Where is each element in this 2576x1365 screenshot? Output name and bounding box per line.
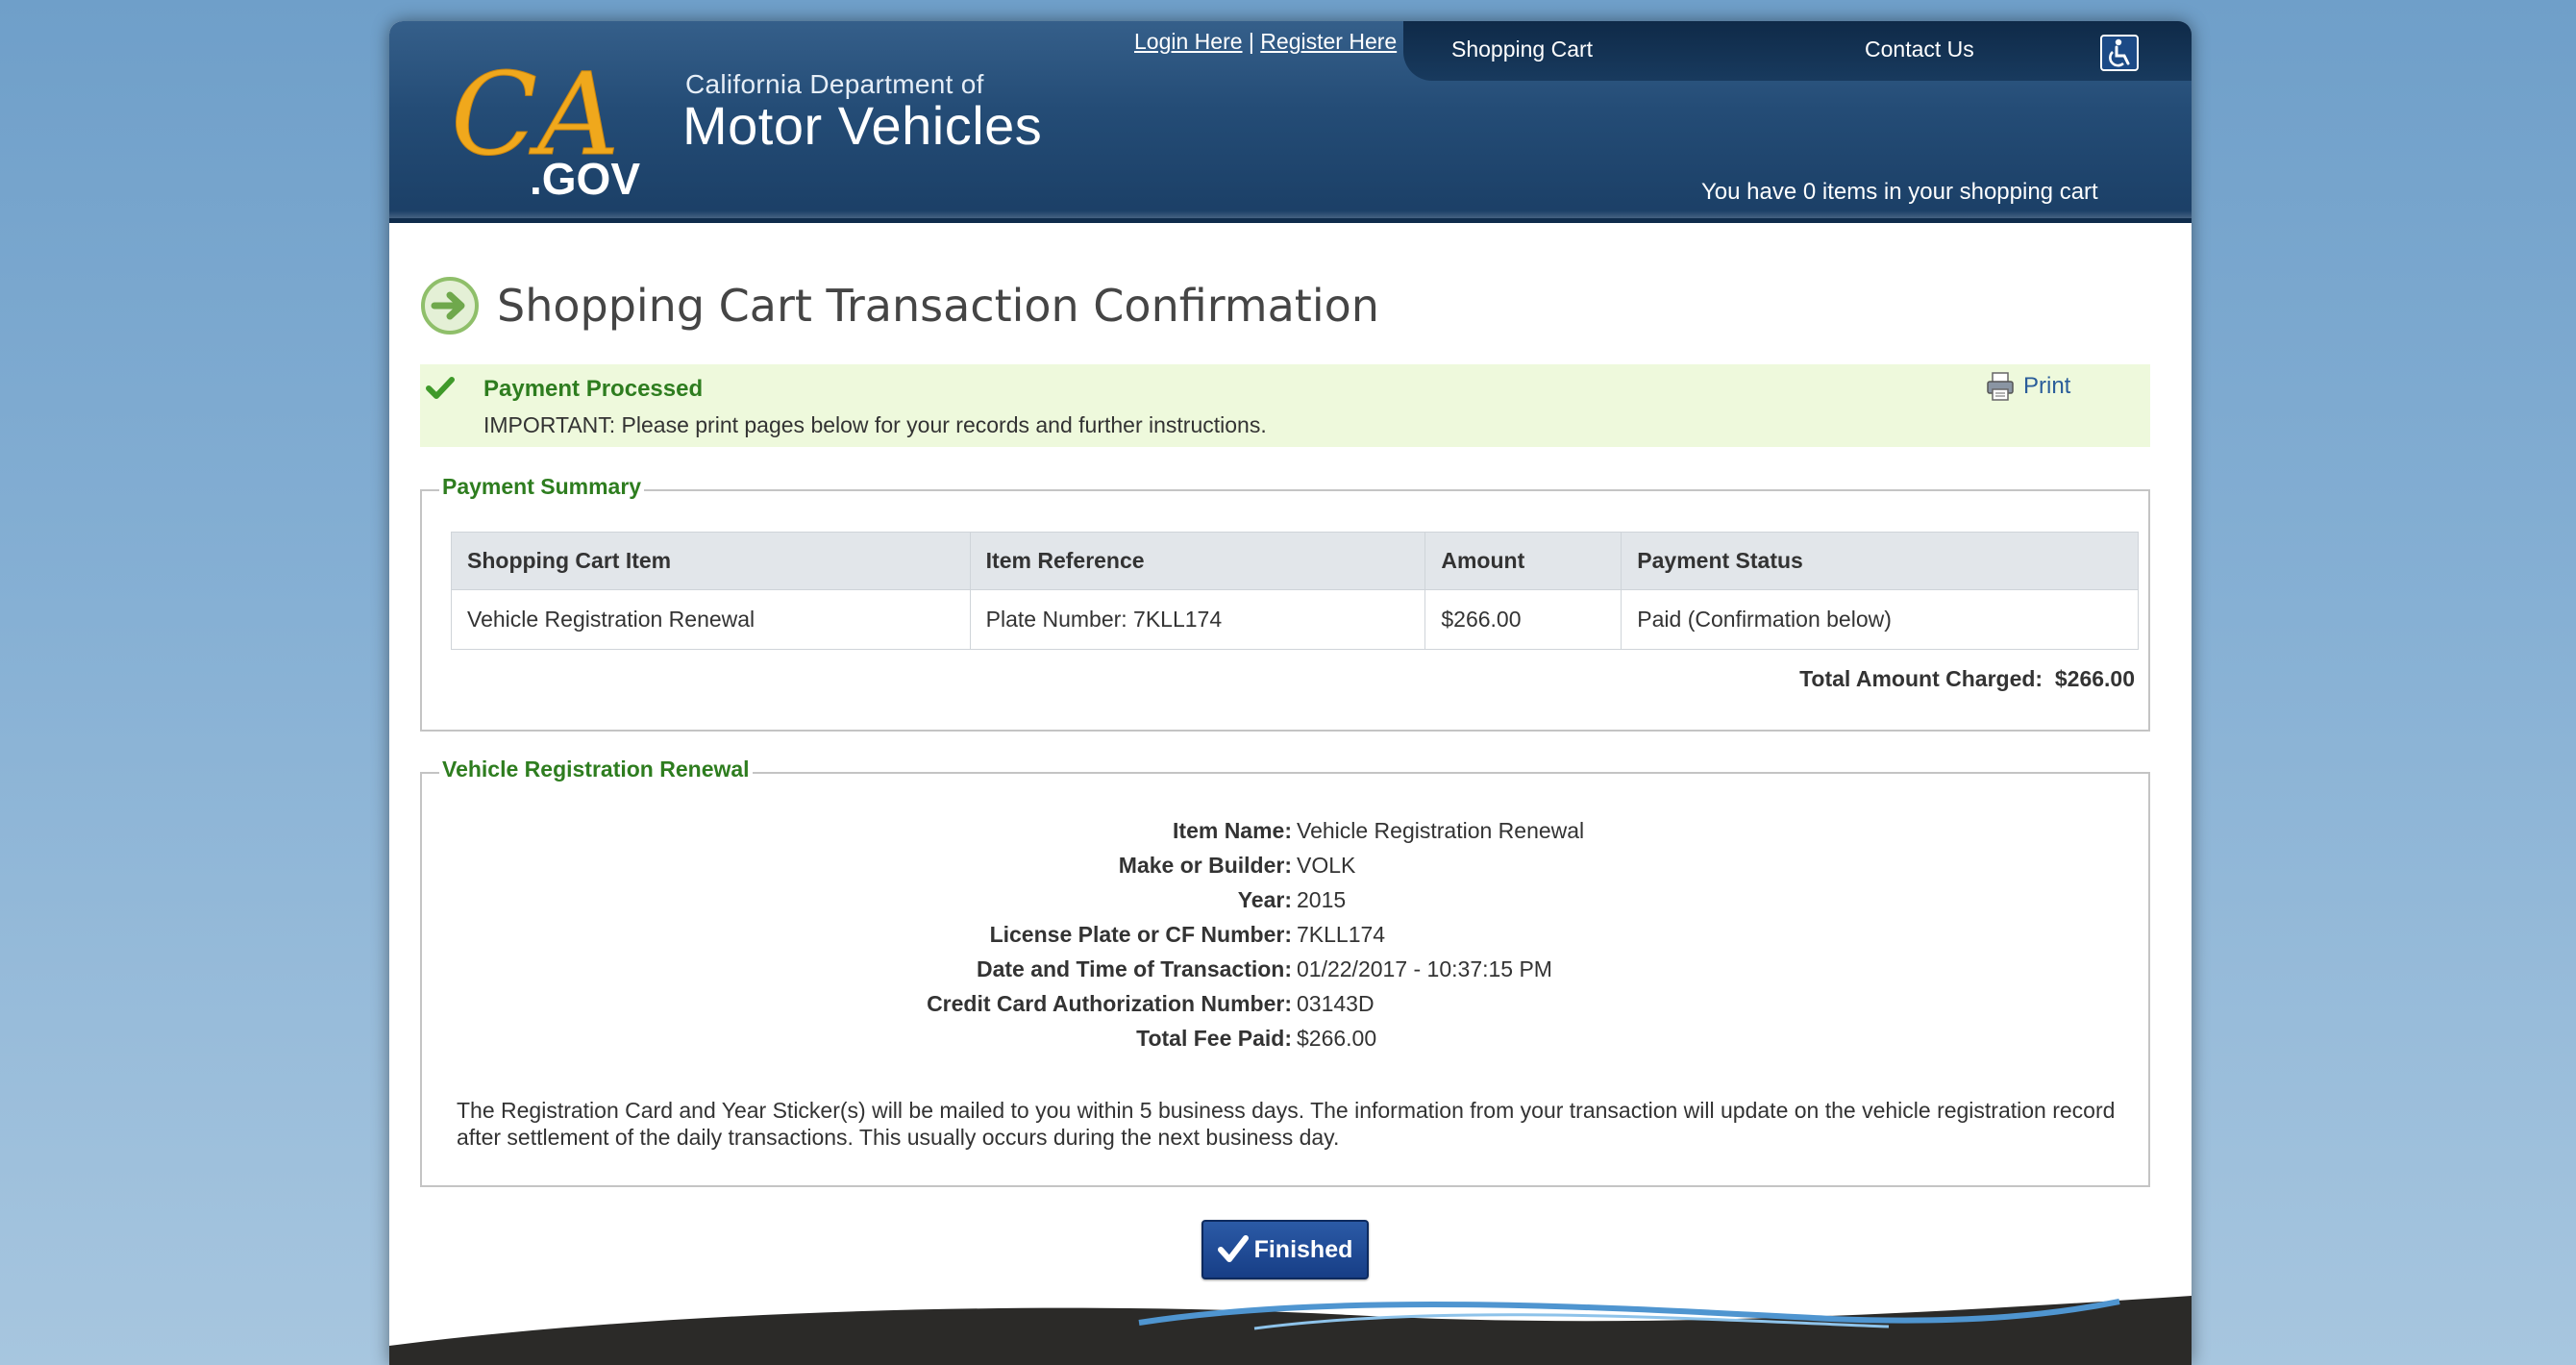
printer-icon xyxy=(1987,372,2014,401)
renewal-note: The Registration Card and Year Sticker(s… xyxy=(457,1098,2116,1150)
renewal-legend: Vehicle Registration Renewal xyxy=(439,757,753,782)
detail-value: $266.00 xyxy=(1297,1026,1377,1051)
cart-item-cell: Vehicle Registration Renewal xyxy=(451,589,971,650)
login-link[interactable]: Login Here xyxy=(1134,29,1243,54)
detail-row: License Plate or CF Number: 7KLL174 xyxy=(422,922,2152,956)
detail-label: Year: xyxy=(1237,887,1292,912)
total-value: $266.00 xyxy=(2054,666,2135,691)
dept-title: Motor Vehicles xyxy=(682,95,1043,156)
checkmark-icon xyxy=(1217,1235,1249,1262)
detail-value: Vehicle Registration Renewal xyxy=(1297,818,1585,843)
payment-summary-section: Payment Summary Shopping Cart Item Item … xyxy=(420,474,2150,732)
table-row: Vehicle Registration Renewal Plate Numbe… xyxy=(451,589,2139,650)
detail-value: 2015 xyxy=(1297,887,1347,912)
table-header-row: Shopping Cart Item Item Reference Amount… xyxy=(451,532,2139,590)
detail-label: Item Name: xyxy=(1173,818,1292,843)
detail-label: Date and Time of Transaction: xyxy=(976,956,1292,981)
payment-summary-legend: Payment Summary xyxy=(439,474,645,500)
detail-label: Credit Card Authorization Number: xyxy=(927,991,1292,1016)
column-header: Amount xyxy=(1424,532,1622,590)
detail-value: 7KLL174 xyxy=(1297,922,1386,947)
detail-row: Date and Time of Transaction: 01/22/2017… xyxy=(422,956,2152,991)
accessibility-icon[interactable] xyxy=(2100,35,2139,71)
total-label: Total Amount Charged: xyxy=(1799,666,2043,691)
logo-gov-text: .GOV xyxy=(530,154,640,202)
register-link[interactable]: Register Here xyxy=(1260,29,1397,54)
finished-label: Finished xyxy=(1253,1235,1353,1263)
detail-label: Make or Builder: xyxy=(1118,853,1292,878)
item-reference-cell: Plate Number: 7KLL174 xyxy=(969,589,1426,650)
alert-message: IMPORTANT: Please print pages below for … xyxy=(483,412,1267,437)
account-links: Login Here | Register Here xyxy=(1134,29,1397,55)
finished-button[interactable]: Finished xyxy=(1201,1220,1369,1279)
print-button[interactable]: Print xyxy=(1985,370,2070,403)
footer-wave-decoration xyxy=(389,1290,2192,1365)
detail-label: Total Fee Paid: xyxy=(1136,1026,1292,1051)
payment-alert: Payment Processed IMPORTANT: Please prin… xyxy=(420,364,2150,447)
amount-cell: $266.00 xyxy=(1424,589,1622,650)
nav-shopping-cart[interactable]: Shopping Cart xyxy=(1451,37,1593,62)
cart-count-text: You have 0 items in your shopping cart xyxy=(1701,179,2098,205)
nav-contact-us[interactable]: Contact Us xyxy=(1865,37,1974,62)
detail-row: Make or Builder: VOLK xyxy=(422,853,2152,887)
link-separator: | xyxy=(1248,29,1254,54)
site-header: CA .GOV California Department of Motor V… xyxy=(389,21,2192,223)
detail-label: License Plate or CF Number: xyxy=(989,922,1292,947)
arrow-circle-icon xyxy=(420,276,480,335)
alert-title: Payment Processed xyxy=(483,376,704,402)
detail-row: Item Name: Vehicle Registration Renewal xyxy=(422,818,2152,853)
total-amount-charged: Total Amount Charged: $266.00 xyxy=(1799,666,2135,692)
vehicle-registration-renewal-section: Vehicle Registration Renewal Item Name: … xyxy=(420,757,2152,1187)
detail-row: Total Fee Paid: $266.00 xyxy=(422,1026,2152,1060)
page-container: CA .GOV California Department of Motor V… xyxy=(389,21,2192,1365)
detail-row: Credit Card Authorization Number: 03143D xyxy=(422,991,2152,1026)
column-header: Item Reference xyxy=(969,532,1426,590)
renewal-details: Item Name: Vehicle Registration Renewal … xyxy=(422,818,2152,1060)
checkmark-icon xyxy=(426,376,455,406)
detail-value: 01/22/2017 - 10:37:15 PM xyxy=(1297,956,1552,981)
column-header: Shopping Cart Item xyxy=(451,532,971,590)
column-header: Payment Status xyxy=(1621,532,2139,590)
detail-value: 03143D xyxy=(1297,991,1375,1016)
top-nav: Shopping Cart Contact Us xyxy=(1403,21,2192,81)
page-title: Shopping Cart Transaction Confirmation xyxy=(497,280,1379,332)
print-label: Print xyxy=(2023,373,2071,399)
payment-status-cell: Paid (Confirmation below) xyxy=(1621,589,2139,650)
detail-value: VOLK xyxy=(1297,853,1356,878)
payment-summary-table: Shopping Cart Item Item Reference Amount… xyxy=(451,532,2139,650)
detail-row: Year: 2015 xyxy=(422,887,2152,922)
ca-gov-logo[interactable]: CA .GOV xyxy=(447,48,649,205)
